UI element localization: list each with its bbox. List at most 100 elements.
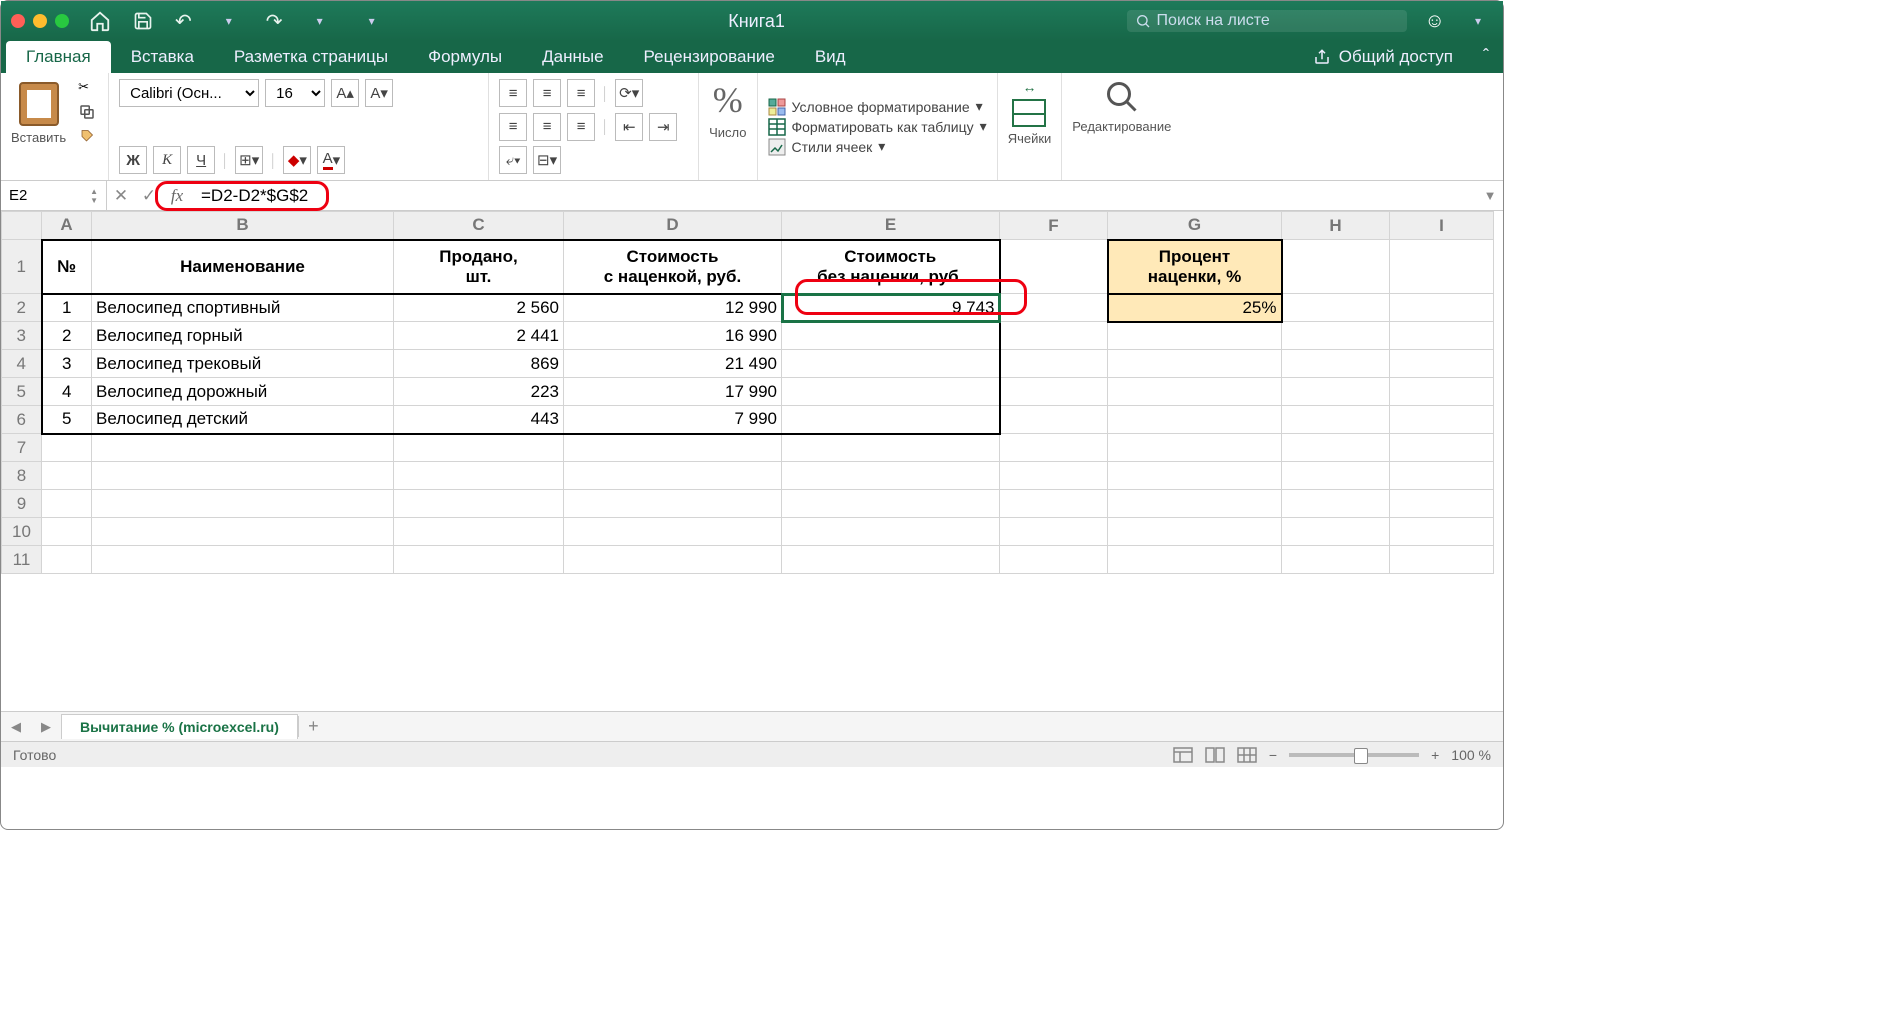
- data-cell[interactable]: [782, 406, 1000, 434]
- row-header[interactable]: 6: [2, 406, 42, 434]
- column-header[interactable]: [2, 212, 42, 240]
- data-cell[interactable]: 12 990: [564, 294, 782, 322]
- data-cell[interactable]: [1000, 434, 1108, 462]
- orientation-button[interactable]: ⟳▾: [615, 79, 643, 107]
- maximize-window-button[interactable]: [55, 14, 69, 28]
- zoom-slider[interactable]: [1289, 753, 1419, 757]
- redo-dropdown[interactable]: ▾: [317, 14, 323, 28]
- worksheet-grid[interactable]: ABCDEFGHI1№НаименованиеПродано, шт.Стоим…: [1, 211, 1503, 711]
- data-cell[interactable]: [782, 546, 1000, 574]
- underline-button[interactable]: Ч: [187, 146, 215, 174]
- data-cell[interactable]: 443: [394, 406, 564, 434]
- data-cell[interactable]: [782, 322, 1000, 350]
- data-cell[interactable]: [42, 518, 92, 546]
- data-cell[interactable]: 17 990: [564, 378, 782, 406]
- share-button[interactable]: Общий доступ: [1297, 41, 1469, 73]
- data-cell[interactable]: 869: [394, 350, 564, 378]
- data-cell[interactable]: [1282, 490, 1390, 518]
- data-cell[interactable]: [92, 462, 394, 490]
- qat-customize-dropdown[interactable]: ▾: [369, 14, 375, 28]
- data-cell[interactable]: 2: [42, 322, 92, 350]
- search-box[interactable]: Поиск на листе: [1127, 10, 1407, 32]
- data-cell[interactable]: [1000, 518, 1108, 546]
- row-header[interactable]: 5: [2, 378, 42, 406]
- data-cell[interactable]: [42, 490, 92, 518]
- data-cell[interactable]: 2 560: [394, 294, 564, 322]
- data-cell[interactable]: [1000, 350, 1108, 378]
- data-cell[interactable]: 25%: [1108, 294, 1282, 322]
- feedback-dropdown[interactable]: ▾: [1475, 14, 1481, 28]
- fx-button[interactable]: fx: [163, 186, 191, 206]
- data-cell[interactable]: [564, 462, 782, 490]
- data-cell[interactable]: [394, 546, 564, 574]
- data-cell[interactable]: [1390, 546, 1494, 574]
- format-as-table-button[interactable]: Форматировать как таблицу ▾: [768, 117, 987, 137]
- home-icon[interactable]: [89, 10, 111, 32]
- sheet-nav-next[interactable]: ▶: [31, 719, 61, 735]
- data-cell[interactable]: [1390, 490, 1494, 518]
- conditional-formatting-button[interactable]: Условное форматирование ▾: [768, 97, 987, 117]
- expand-formula-bar-button[interactable]: ▼: [1477, 188, 1503, 203]
- data-cell[interactable]: [564, 434, 782, 462]
- column-header[interactable]: F: [1000, 212, 1108, 240]
- data-cell[interactable]: [92, 434, 394, 462]
- data-cell[interactable]: 16 990: [564, 322, 782, 350]
- data-cell[interactable]: 21 490: [564, 350, 782, 378]
- cut-icon[interactable]: ✂: [78, 79, 98, 95]
- column-header[interactable]: D: [564, 212, 782, 240]
- decrease-indent-button[interactable]: ⇤: [615, 113, 643, 141]
- data-cell[interactable]: [1108, 518, 1282, 546]
- undo-icon[interactable]: ↶: [175, 9, 192, 34]
- data-cell[interactable]: Велосипед спортивный: [92, 294, 394, 322]
- data-cell[interactable]: Велосипед горный: [92, 322, 394, 350]
- collapse-ribbon-button[interactable]: ˆ: [1469, 40, 1503, 73]
- paste-button[interactable]: Вставить: [11, 82, 66, 145]
- data-cell[interactable]: [1000, 378, 1108, 406]
- column-header[interactable]: B: [92, 212, 394, 240]
- font-name-select[interactable]: Calibri (Осн...: [119, 79, 259, 107]
- tab-formulas[interactable]: Формулы: [408, 41, 522, 73]
- view-page-break-button[interactable]: [1237, 747, 1257, 763]
- data-cell[interactable]: [782, 462, 1000, 490]
- data-cell[interactable]: 4: [42, 378, 92, 406]
- data-cell[interactable]: [1282, 546, 1390, 574]
- font-size-select[interactable]: 16: [265, 79, 325, 107]
- data-cell[interactable]: [1390, 462, 1494, 490]
- cells-button[interactable]: ↔ Ячейки: [1008, 79, 1052, 146]
- data-cell[interactable]: 1: [42, 294, 92, 322]
- data-cell[interactable]: 223: [394, 378, 564, 406]
- accept-formula-button[interactable]: ✓: [135, 186, 163, 206]
- data-cell[interactable]: [1108, 546, 1282, 574]
- data-cell[interactable]: Велосипед детский: [92, 406, 394, 434]
- data-cell[interactable]: [564, 546, 782, 574]
- data-cell[interactable]: [92, 546, 394, 574]
- data-cell[interactable]: [1390, 434, 1494, 462]
- data-cell[interactable]: [42, 546, 92, 574]
- tab-home[interactable]: Главная: [6, 41, 111, 73]
- tab-insert[interactable]: Вставка: [111, 41, 214, 73]
- tab-view[interactable]: Вид: [795, 41, 866, 73]
- row-header[interactable]: 7: [2, 434, 42, 462]
- data-cell[interactable]: [782, 518, 1000, 546]
- column-header[interactable]: G: [1108, 212, 1282, 240]
- data-cell[interactable]: [42, 434, 92, 462]
- view-normal-button[interactable]: [1173, 747, 1193, 763]
- data-cell[interactable]: [1108, 434, 1282, 462]
- cell-styles-button[interactable]: Стили ячеек ▾: [768, 137, 987, 157]
- data-cell[interactable]: [564, 518, 782, 546]
- number-format-button[interactable]: % Число: [709, 79, 746, 140]
- data-cell[interactable]: [394, 518, 564, 546]
- data-cell[interactable]: [1000, 294, 1108, 322]
- align-middle-button[interactable]: ≡: [533, 79, 561, 107]
- data-cell[interactable]: [1000, 490, 1108, 518]
- decrease-font-button[interactable]: A▾: [365, 79, 393, 107]
- font-color-button[interactable]: A▾: [317, 146, 345, 174]
- align-left-button[interactable]: ≡: [499, 113, 527, 141]
- data-cell[interactable]: [1282, 434, 1390, 462]
- formula-input[interactable]: =D2-D2*$G$2: [191, 186, 308, 206]
- bold-button[interactable]: Ж: [119, 146, 147, 174]
- data-cell[interactable]: [92, 518, 394, 546]
- merge-button[interactable]: ⊟▾: [533, 146, 561, 174]
- format-painter-icon[interactable]: [78, 129, 98, 147]
- column-header[interactable]: A: [42, 212, 92, 240]
